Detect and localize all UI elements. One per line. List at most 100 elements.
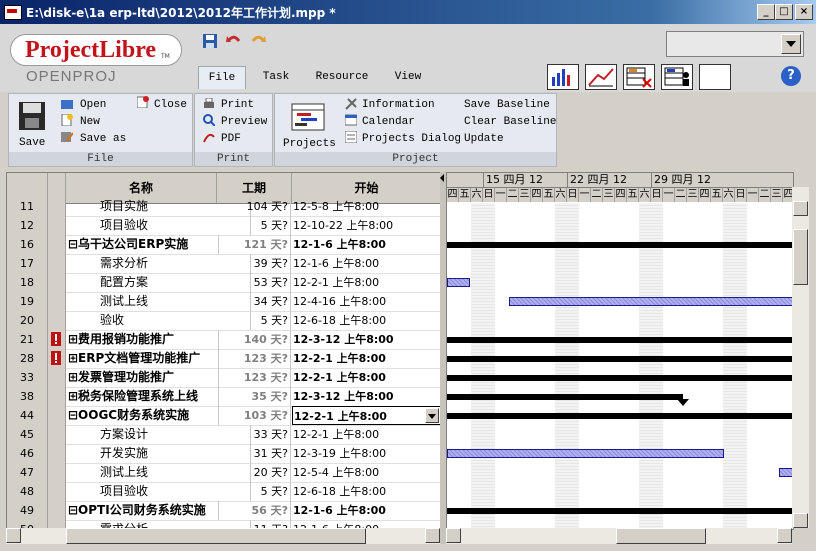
projects-button[interactable]: Projects — [283, 138, 336, 150]
task-duration[interactable]: 5 天? — [217, 482, 291, 501]
help-icon[interactable]: ? — [781, 66, 801, 86]
save-as-button[interactable]: Save as — [80, 133, 126, 145]
table-row[interactable]: 46 开发实施 31 天? 12-3-19 上午8:00 — [7, 444, 441, 464]
information-button[interactable]: Information — [362, 99, 435, 111]
task-start[interactable]: 12-1-6 上午8:00 — [292, 235, 441, 254]
table-row[interactable]: 20 验收 5 天? 12-6-18 上午8:00 — [7, 311, 441, 331]
task-duration[interactable]: 33 天? — [217, 425, 291, 444]
task-start[interactable]: 12-2-1 上午8:00 — [292, 406, 441, 425]
charts-view-icon[interactable] — [585, 64, 617, 90]
task-duration[interactable]: 104 天? — [217, 197, 291, 216]
table-row[interactable]: 21 ⊞费用报销功能推广 140 天? 12-3-12 上午8:00 — [7, 330, 441, 350]
gantt-vertical-scrollbar[interactable] — [792, 187, 809, 528]
task-start[interactable]: 12-3-12 上午8:00 — [292, 387, 441, 406]
task-duration[interactable]: 123 天? — [217, 368, 291, 387]
close-window-button[interactable]: × — [795, 4, 813, 20]
task-start[interactable]: 12-1-6 上午8:00 — [292, 254, 441, 273]
gantt-chart[interactable]: 四五六日一二三四五六日一二三四五六日一二三四五六日一二三四 15 四月 12 22 … — [446, 172, 794, 530]
preview-button[interactable]: Preview — [221, 116, 267, 128]
task-start[interactable]: 12-4-16 上午8:00 — [292, 292, 441, 311]
task-start[interactable]: 12-5-4 上午8:00 — [292, 463, 441, 482]
scroll-left-button[interactable] — [6, 528, 21, 543]
task-name[interactable]: ⊟OPTI公司财务系统实施 — [66, 501, 219, 520]
task-duration[interactable]: 35 天? — [217, 387, 291, 406]
tab-resource[interactable]: Resource — [308, 66, 376, 88]
task-start[interactable]: 12-5-8 上午8:00 — [292, 197, 441, 216]
table-row[interactable]: 19 测试上线 34 天? 12-4-16 上午8:00 — [7, 292, 441, 312]
new-button[interactable]: New — [80, 116, 100, 128]
gantt-summary-bar[interactable] — [447, 394, 684, 400]
task-name[interactable]: ⊞费用报销功能推广 — [66, 330, 219, 349]
task-duration[interactable]: 140 天? — [217, 330, 291, 349]
tab-view[interactable]: View — [386, 66, 430, 88]
task-start[interactable]: 12-1-6 上午8:00 — [292, 501, 441, 520]
task-table[interactable]: 名称 工期 开始 11 项目实施 104 天? 12-5-8 上午8:00 12 项目验收… — [6, 172, 442, 530]
minimize-button[interactable]: _ — [757, 4, 775, 20]
gantt-summary-bar[interactable] — [447, 337, 793, 343]
task-duration[interactable]: 5 天? — [217, 216, 291, 235]
table-row[interactable]: 33 ⊞发票管理功能推广 123 天? 12-2-1 上午8:00 — [7, 368, 441, 388]
quick-save-icon[interactable] — [202, 33, 218, 49]
gantt-task-bar[interactable] — [509, 297, 793, 306]
table-row[interactable]: 47 测试上线 20 天? 12-5-4 上午8:00 — [7, 463, 441, 483]
gantt-summary-bar[interactable] — [447, 242, 793, 248]
blank-view-icon[interactable] — [699, 64, 731, 90]
task-usage-view-icon[interactable] — [623, 64, 655, 90]
chevron-down-icon[interactable] — [781, 34, 801, 54]
gantt-summary-bar[interactable] — [447, 508, 793, 514]
save-button[interactable]: Save — [19, 137, 45, 149]
task-duration[interactable]: 20 天? — [217, 463, 291, 482]
task-start[interactable]: 12-2-1 上午8:00 — [292, 425, 441, 444]
save-baseline-button[interactable]: Save Baseline — [464, 99, 550, 111]
task-duration[interactable]: 103 天? — [217, 406, 291, 425]
tab-task[interactable]: Task — [254, 66, 298, 88]
maximize-button[interactable]: □ — [775, 4, 793, 20]
undo-icon[interactable] — [226, 33, 242, 49]
table-row[interactable]: 49 ⊟OPTI公司财务系统实施 56 天? 12-1-6 上午8:00 — [7, 501, 441, 521]
view-selector-combo[interactable] — [666, 31, 804, 57]
histogram-view-icon[interactable] — [547, 64, 579, 90]
task-duration[interactable]: 53 天? — [217, 273, 291, 292]
task-duration[interactable]: 123 天? — [217, 349, 291, 368]
task-start[interactable]: 12-10-22 上午8:00 — [292, 216, 441, 235]
gantt-summary-bar[interactable] — [447, 375, 793, 381]
task-start[interactable]: 12-3-12 上午8:00 — [292, 330, 441, 349]
task-start[interactable]: 12-6-18 上午8:00 — [292, 482, 441, 501]
table-row[interactable]: 12 项目验收 5 天? 12-10-22 上午8:00 — [7, 216, 441, 236]
task-duration[interactable]: 34 天? — [217, 292, 291, 311]
pdf-button[interactable]: PDF — [221, 133, 241, 145]
gantt-task-bar[interactable] — [447, 449, 725, 458]
task-name[interactable]: ⊟乌干达公司ERP实施 — [66, 235, 219, 254]
resource-usage-view-icon[interactable] — [661, 64, 693, 90]
scrollbar-thumb[interactable] — [616, 528, 706, 544]
table-row[interactable]: 11 项目实施 104 天? 12-5-8 上午8:00 — [7, 197, 441, 217]
date-dropdown-button[interactable] — [425, 408, 439, 423]
task-name[interactable]: ⊞ERP文档管理功能推广 — [66, 349, 219, 368]
scroll-left-button[interactable] — [446, 528, 461, 543]
gantt-task-bar[interactable] — [447, 278, 470, 287]
close-file-button[interactable]: Close — [154, 99, 187, 111]
gantt-horizontal-scrollbar[interactable] — [446, 528, 792, 544]
task-start[interactable]: 12-6-18 上午8:00 — [292, 311, 441, 330]
table-row[interactable]: 38 ⊞税务保险管理系统上线 35 天? 12-3-12 上午8:00 — [7, 387, 441, 407]
tab-file[interactable]: File — [198, 66, 246, 89]
task-duration[interactable]: 121 天? — [217, 235, 291, 254]
projects-dialog-button[interactable]: Projects Dialog — [362, 133, 461, 145]
warning-icon[interactable] — [51, 332, 61, 346]
task-start[interactable]: 12-3-19 上午8:00 — [292, 444, 441, 463]
scroll-down-button[interactable] — [793, 513, 808, 528]
clear-baseline-button[interactable]: Clear Baseline — [464, 116, 556, 128]
scroll-right-button[interactable] — [777, 528, 792, 543]
scroll-right-button[interactable] — [425, 528, 440, 543]
redo-icon[interactable] — [250, 33, 266, 49]
scroll-up-button[interactable] — [793, 201, 808, 216]
table-row[interactable]: 18 配置方案 53 天? 12-2-1 上午8:00 — [7, 273, 441, 293]
task-duration[interactable]: 31 天? — [217, 444, 291, 463]
table-row[interactable]: 28 ⊞ERP文档管理功能推广 123 天? 12-2-1 上午8:00 — [7, 349, 441, 369]
task-name[interactable]: ⊞发票管理功能推广 — [66, 368, 219, 387]
task-name[interactable]: ⊟OOGC财务系统实施 — [66, 406, 219, 425]
task-duration[interactable]: 5 天? — [217, 311, 291, 330]
print-button[interactable]: Print — [221, 99, 254, 111]
update-button[interactable]: Update — [464, 133, 504, 145]
open-button[interactable]: Open — [80, 99, 106, 111]
